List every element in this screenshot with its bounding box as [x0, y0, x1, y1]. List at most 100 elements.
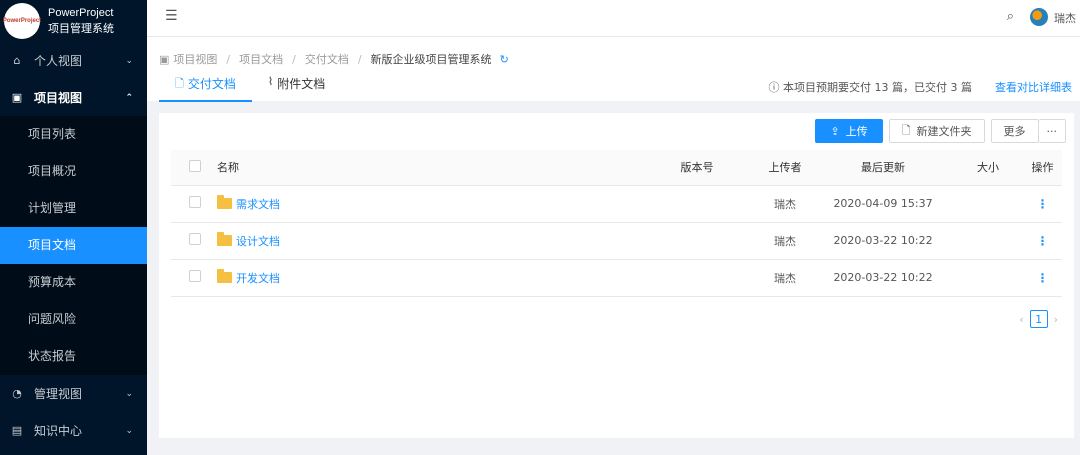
menu-fold-icon[interactable]: ☰: [165, 8, 178, 24]
column-version: 版本号: [637, 150, 757, 186]
delivery-info: ⓘ 本项目预期要交付 13 篇，已交付 3 篇: [768, 81, 972, 94]
cell-uploader: 瑞杰: [757, 185, 813, 223]
cell-version: [637, 259, 757, 297]
more-button-group: 更多 ···: [990, 119, 1066, 143]
breadcrumb-separator: /: [226, 52, 231, 66]
next-page-icon[interactable]: ›: [1054, 313, 1058, 326]
refresh-icon[interactable]: ↻: [500, 53, 509, 66]
breadcrumb-item[interactable]: 项目视图: [173, 51, 217, 67]
folder-icon: [217, 231, 232, 246]
cell-size: [953, 185, 1023, 223]
logo-mini-text: PowerProject: [2, 18, 42, 24]
row-checkbox[interactable]: [189, 233, 201, 245]
search-icon[interactable]: ⌕: [1007, 9, 1014, 24]
dashboard-icon: ◔: [12, 387, 22, 400]
folder-icon: [217, 194, 232, 209]
breadcrumb-icon: ▣: [159, 52, 170, 66]
column-actions: 操作: [1023, 150, 1062, 186]
menu-group-label: 项目视图: [34, 91, 83, 105]
sidebar-item-project-documents[interactable]: 项目文档: [0, 227, 147, 264]
cell-updated: 2020-03-22 10:22: [813, 259, 953, 297]
column-name[interactable]: 名称: [217, 150, 637, 186]
table-row: 设计文档 瑞杰 2020-03-22 10:22 ⋮: [171, 222, 1062, 260]
app-name: PowerProject: [48, 7, 114, 19]
toolbar: ⇪ 上传 🗋 新建文件夹 更多 ···: [815, 119, 1066, 143]
sidebar-item-status-report[interactable]: 状态报告: [0, 338, 147, 375]
menu-group-label: 管理视图: [34, 387, 83, 401]
select-all-checkbox[interactable]: [189, 159, 201, 172]
cell-uploader: 瑞杰: [757, 259, 813, 297]
chevron-down-icon: ⌄: [125, 55, 133, 66]
menu-group-personal-view[interactable]: ⌂ 个人视图 ⌄: [0, 42, 147, 79]
row-checkbox[interactable]: [189, 270, 201, 282]
sidebar: PowerProject PowerProject 项目管理系统 ⌂ 个人视图 …: [0, 0, 147, 455]
more-button[interactable]: 更多: [990, 119, 1039, 143]
sidebar-item-plan-management[interactable]: 计划管理: [0, 190, 147, 227]
cell-uploader: 瑞杰: [757, 222, 813, 260]
chevron-down-icon: ⌄: [125, 425, 133, 436]
folder-name-link[interactable]: 需求文档: [236, 198, 280, 211]
documents-table: 名称 版本号 上传者 最后更新 大小 操作 需求文档 瑞杰 2020-04-09…: [171, 150, 1062, 297]
tab-attachment-docs[interactable]: ⌇ 附件文档: [252, 75, 341, 102]
prev-page-icon[interactable]: ‹: [1019, 313, 1023, 326]
chevron-down-icon: ⌄: [125, 388, 133, 399]
new-file-icon: 🗋: [901, 123, 911, 137]
folder-icon: [217, 268, 232, 283]
user-name[interactable]: 瑞杰: [1054, 10, 1076, 26]
cell-size: [953, 222, 1023, 260]
folder-name-link[interactable]: 设计文档: [236, 235, 280, 248]
row-actions-icon[interactable]: ⋮: [1037, 197, 1049, 211]
folder-name-link[interactable]: 开发文档: [236, 272, 280, 285]
cell-updated: 2020-04-09 15:37: [813, 185, 953, 223]
logo-badge: PowerProject: [2, 3, 42, 39]
book-icon: ▤: [11, 424, 23, 437]
avatar[interactable]: [1030, 8, 1048, 26]
sidebar-item-project-list[interactable]: 项目列表: [0, 116, 147, 153]
document-panel: ⇪ 上传 🗋 新建文件夹 更多 ··· 名称 版本号 上传者 最后更新 大小 操…: [159, 113, 1074, 438]
breadcrumb-current: 新版企业级项目管理系统: [370, 53, 492, 66]
menu-group-label: 个人视图: [34, 54, 83, 68]
menu-group-management-view[interactable]: ◔ 管理视图 ⌄: [0, 375, 147, 412]
cell-version: [637, 222, 757, 260]
doc-tabs: 🗋 交付文档 ⌇ 附件文档: [159, 75, 341, 102]
paperclip-icon: ⌇: [267, 75, 274, 88]
column-last-updated: 最后更新: [813, 150, 953, 186]
row-actions-icon[interactable]: ⋮: [1037, 234, 1049, 248]
menu-group-project-view[interactable]: ▣ 项目视图 ⌃: [0, 79, 147, 116]
menu-group-label: 知识中心: [34, 424, 83, 438]
pagination: ‹ 1 ›: [1019, 310, 1058, 328]
project-view-submenu: 项目列表 项目概况 计划管理 项目文档 预算成本 问题风险 状态报告: [0, 116, 147, 375]
cell-updated: 2020-03-22 10:22: [813, 222, 953, 260]
view-comparison-link[interactable]: 查看对比详细表: [995, 79, 1072, 95]
cell-size: [953, 259, 1023, 297]
table-row: 需求文档 瑞杰 2020-04-09 15:37 ⋮: [171, 185, 1062, 223]
home-icon: ⌂: [13, 54, 21, 67]
document-icon: 🗋: [175, 77, 184, 90]
breadcrumb-item[interactable]: 交付文档: [305, 51, 349, 67]
sidebar-item-project-overview[interactable]: 项目概况: [0, 153, 147, 190]
tab-delivery-docs[interactable]: 🗋 交付文档: [159, 75, 252, 102]
info-icon: ⓘ: [768, 81, 780, 94]
breadcrumb-separator: /: [292, 52, 296, 66]
new-folder-button[interactable]: 🗋 新建文件夹: [888, 119, 985, 143]
project-icon: ▣: [11, 91, 23, 104]
upload-button[interactable]: ⇪ 上传: [815, 119, 883, 143]
app-subtitle: 项目管理系统: [48, 22, 114, 35]
breadcrumb: ▣ 项目视图 / 项目文档 / 交付文档 / 新版企业级项目管理系统 ↻: [159, 51, 509, 67]
sidebar-item-issue-risk[interactable]: 问题风险: [0, 301, 147, 338]
row-actions-icon[interactable]: ⋮: [1037, 271, 1049, 285]
menu-group-knowledge-center[interactable]: ▤ 知识中心 ⌄: [0, 412, 147, 449]
top-header: ☰ ⌕ 瑞杰: [147, 0, 1080, 36]
page-number-current[interactable]: 1: [1029, 310, 1048, 328]
more-dropdown-button[interactable]: ···: [1038, 119, 1066, 143]
table-row: 开发文档 瑞杰 2020-03-22 10:22 ⋮: [171, 259, 1062, 297]
page-head: ▣ 项目视图 / 项目文档 / 交付文档 / 新版企业级项目管理系统 ↻ 🗋 交…: [147, 36, 1080, 102]
row-checkbox[interactable]: [189, 196, 201, 208]
breadcrumb-separator: /: [357, 52, 362, 66]
breadcrumb-item[interactable]: 项目文档: [239, 51, 283, 67]
cloud-upload-icon: ⇪: [830, 124, 840, 138]
app-logo[interactable]: PowerProject PowerProject 项目管理系统: [0, 0, 147, 42]
sidebar-item-budget-cost[interactable]: 预算成本: [0, 264, 147, 301]
cell-version: [637, 185, 757, 223]
column-size: 大小: [953, 150, 1023, 186]
